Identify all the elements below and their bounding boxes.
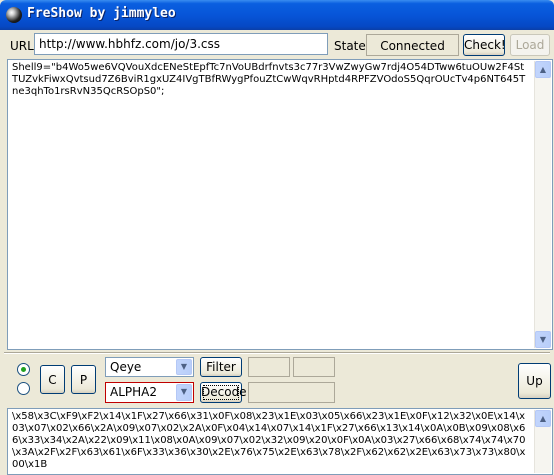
url-input[interactable]: http://www.hbhfz.com/jo/3.css xyxy=(34,33,328,55)
c-button[interactable]: C xyxy=(40,365,65,394)
source-textarea[interactable]: Shell9="b4Wo5we6VQVouXdcENeStEpfTc7nVoUB… xyxy=(7,59,553,350)
scroll-up-arrow-icon[interactable]: ▲ xyxy=(535,410,551,427)
output-text: \x58\x3C\xF9\xF2\x14\x1F\x27\x66\x31\x0F… xyxy=(12,411,526,470)
url-label: URL xyxy=(10,39,34,53)
radio-option-1[interactable] xyxy=(17,363,30,376)
radio-option-2[interactable] xyxy=(17,382,30,395)
decode-field xyxy=(248,382,335,403)
window-title: FreShow by jimmyleo xyxy=(27,6,176,21)
window-body: URL http://www.hbhfz.com/jo/3.css State … xyxy=(0,30,554,475)
decode-combo-value: ALPHA2 xyxy=(110,385,157,399)
decode-combo[interactable]: ALPHA2 ▼ xyxy=(105,382,194,403)
state-label: State xyxy=(334,39,366,53)
chevron-down-icon[interactable]: ▼ xyxy=(176,384,192,401)
up-button[interactable]: Up xyxy=(518,363,551,399)
scroll-up-arrow-icon[interactable]: ▲ xyxy=(535,61,551,78)
app-icon xyxy=(6,7,22,23)
decode-button[interactable]: Decode xyxy=(200,382,247,403)
panel-separator xyxy=(4,352,550,354)
state-value: Connected xyxy=(366,34,459,56)
source-text: Shell9="b4Wo5we6VQVouXdcENeStEpfTc7nVoUB… xyxy=(12,62,526,97)
filter-field-2 xyxy=(293,357,335,377)
load-button[interactable]: Load xyxy=(510,34,550,56)
filter-combo[interactable]: Qeye ▼ xyxy=(105,357,194,377)
scroll-down-arrow-icon[interactable]: ▼ xyxy=(535,331,551,348)
source-scrollbar[interactable]: ▲ ▼ xyxy=(534,61,551,348)
output-scrollbar[interactable]: ▲ xyxy=(534,410,551,473)
filter-field-1 xyxy=(248,357,290,377)
filter-combo-value: Qeye xyxy=(110,360,142,374)
check-button[interactable]: Check! xyxy=(463,34,506,56)
output-textarea[interactable]: \x58\x3C\xF9\xF2\x14\x1F\x27\x66\x31\x0F… xyxy=(7,408,553,475)
chevron-down-icon[interactable]: ▼ xyxy=(176,359,192,375)
filter-button[interactable]: Filter xyxy=(200,357,242,377)
p-button[interactable]: P xyxy=(71,365,96,394)
title-bar[interactable]: FreShow by jimmyleo xyxy=(0,0,554,30)
